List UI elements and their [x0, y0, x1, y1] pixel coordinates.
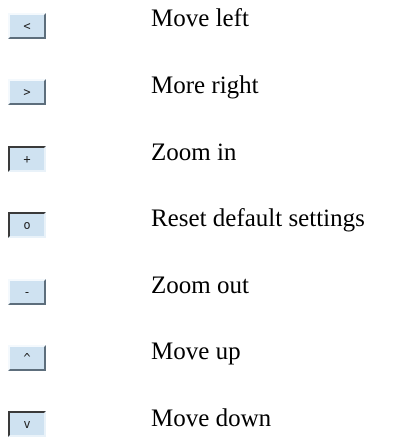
- chevron-up-icon: ^: [23, 351, 31, 365]
- minus-icon: -: [23, 285, 31, 299]
- move-right-button[interactable]: >: [8, 79, 46, 105]
- zoom-out-label: Zoom out: [151, 272, 249, 299]
- move-up-button[interactable]: ^: [8, 345, 46, 371]
- reset-circle-icon: o: [23, 218, 31, 232]
- zoom-in-button[interactable]: +: [8, 146, 46, 172]
- reset-default-settings-label: Reset default settings: [151, 205, 365, 232]
- zoom-in-label: Zoom in: [151, 139, 237, 166]
- move-up-label: Move up: [151, 338, 241, 365]
- move-down-label: Move down: [151, 405, 272, 432]
- plus-icon: +: [23, 152, 31, 166]
- zoom-out-button[interactable]: -: [8, 279, 46, 305]
- chevron-right-icon: >: [23, 85, 31, 99]
- legend-row-move-down: v Move down: [0, 0, 404, 437]
- move-down-button[interactable]: v: [8, 411, 46, 437]
- reset-default-settings-button[interactable]: o: [8, 212, 46, 238]
- move-right-label: More right: [151, 72, 259, 99]
- chevron-down-icon: v: [23, 417, 31, 431]
